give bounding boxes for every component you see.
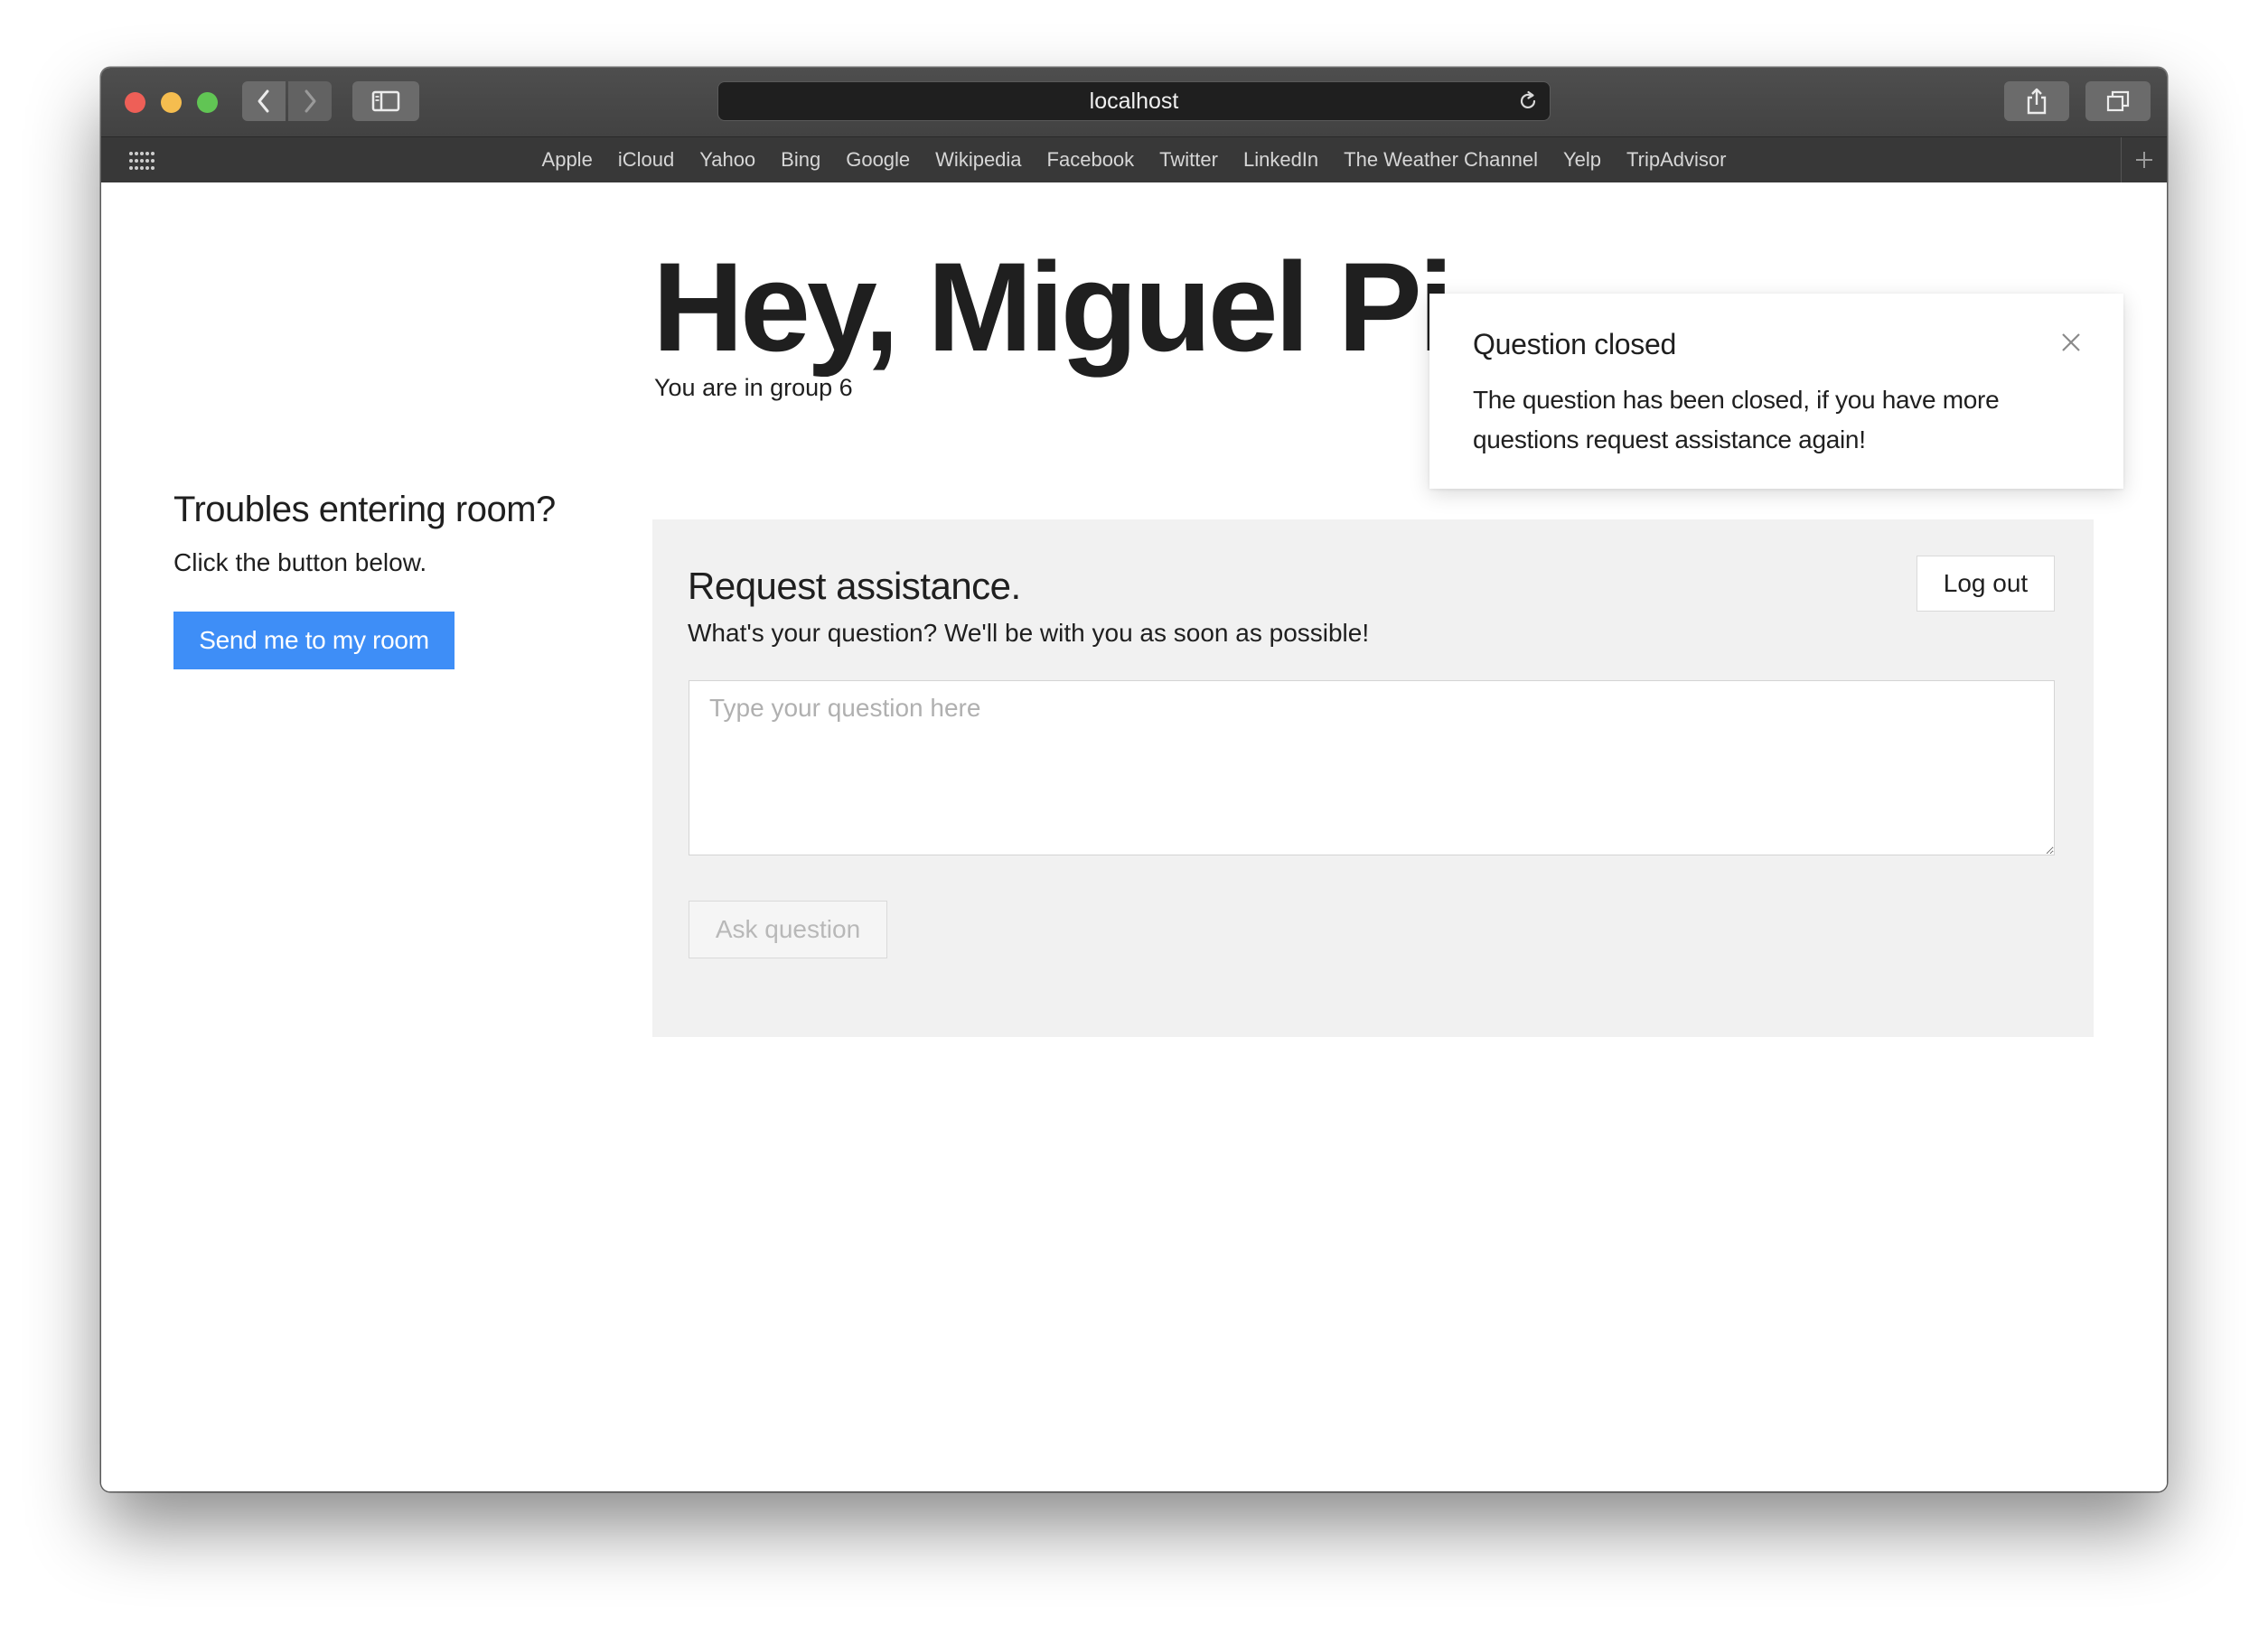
close-window-button[interactable] (125, 92, 145, 113)
bookmark-item[interactable]: Wikipedia (935, 137, 1021, 182)
bookmark-list: Apple iCloud Yahoo Bing Google Wikipedia Faceb… (101, 137, 2167, 182)
sidebar-icon (371, 90, 400, 112)
show-tabs-button[interactable] (2085, 81, 2151, 121)
room-help-subtitle: Click the button below. (173, 548, 427, 576)
chevron-left-icon (258, 89, 269, 113)
share-icon (2027, 88, 2047, 115)
bookmark-item[interactable]: Google (846, 137, 910, 182)
panel-subtitle: What's your question? We'll be with you … (688, 619, 1370, 647)
chevron-right-icon (305, 89, 316, 113)
logout-button[interactable]: Log out (1917, 556, 2055, 612)
bookmarks-bar: Apple iCloud Yahoo Bing Google Wikipedia Faceb… (101, 136, 2167, 183)
address-bar[interactable]: localhost (718, 82, 1550, 120)
bookmark-item[interactable]: The Weather Channel (1344, 137, 1538, 182)
plus-icon (2136, 152, 2152, 168)
url-text: localhost (1089, 89, 1179, 114)
bookmark-item[interactable]: Bing (781, 137, 820, 182)
forward-button[interactable] (288, 81, 332, 121)
send-to-room-button[interactable]: Send me to my room (173, 612, 455, 669)
minimize-window-button[interactable] (161, 92, 182, 113)
bookmark-item[interactable]: iCloud (618, 137, 674, 182)
browser-window: localhost Apple iCloud Yahoo Bing Google Wiki… (101, 68, 2167, 1491)
bookmark-item[interactable]: Yahoo (699, 137, 755, 182)
bookmark-item[interactable]: Facebook (1047, 137, 1135, 182)
bookmark-item[interactable]: Yelp (1563, 137, 1601, 182)
bookmark-item[interactable]: Apple (542, 137, 593, 182)
room-help-title: Troubles entering room? (173, 490, 556, 529)
bookmark-item[interactable]: LinkedIn (1243, 137, 1318, 182)
sidebar-toggle-button[interactable] (352, 81, 419, 121)
back-button[interactable] (242, 81, 286, 121)
question-input[interactable] (689, 680, 2055, 855)
maximize-window-button[interactable] (197, 92, 218, 113)
group-info: You are in group 6 (654, 374, 853, 401)
toast-title: Question closed (1473, 328, 1676, 360)
tabs-icon (2106, 90, 2130, 112)
title-bar: localhost (101, 68, 2167, 136)
page-title: Hey, Miguel Pi (652, 236, 1454, 378)
ask-question-button[interactable]: Ask question (689, 901, 887, 958)
share-button[interactable] (2004, 81, 2069, 121)
bookmark-item[interactable]: Twitter (1159, 137, 1218, 182)
new-tab-button[interactable] (2121, 137, 2167, 182)
page-content: Hey, Miguel Pi You are in group 6 Troubl… (101, 182, 2167, 1491)
bookmark-item[interactable]: TripAdvisor (1626, 137, 1726, 182)
request-assistance-panel: Request assistance. What's your question… (652, 519, 2094, 1037)
close-icon[interactable] (2058, 330, 2084, 355)
notification-toast: Question closed The question has been cl… (1429, 294, 2123, 489)
toast-message: The question has been closed, if you hav… (1473, 386, 2000, 453)
panel-title: Request assistance. (688, 565, 1021, 607)
reload-icon[interactable] (1517, 90, 1539, 112)
